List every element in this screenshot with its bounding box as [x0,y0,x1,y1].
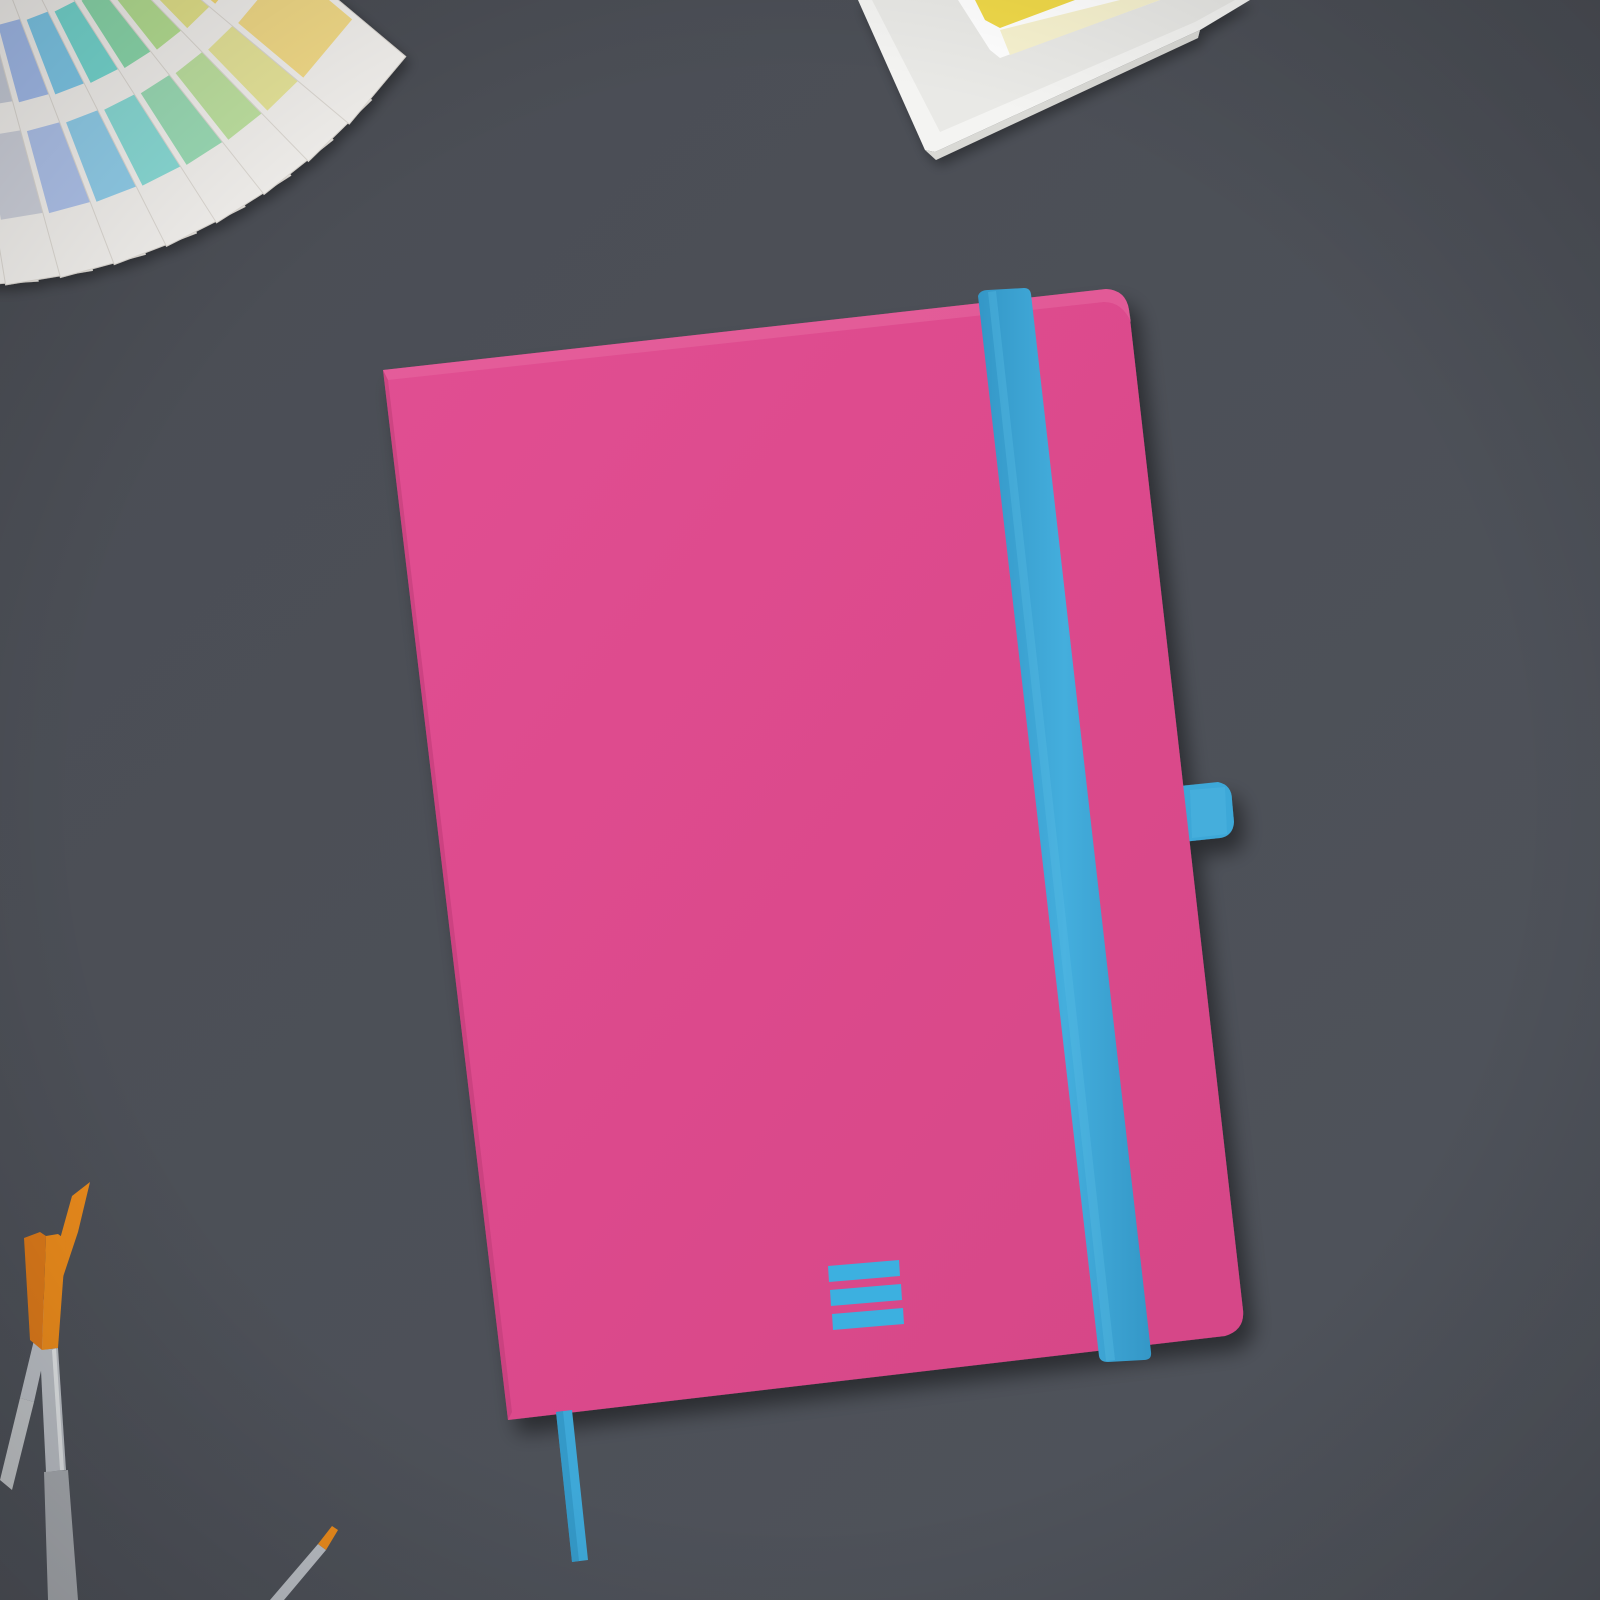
scene-canvas [0,0,1600,1600]
vignette [0,0,1600,1600]
photo-scene [0,0,1600,1600]
